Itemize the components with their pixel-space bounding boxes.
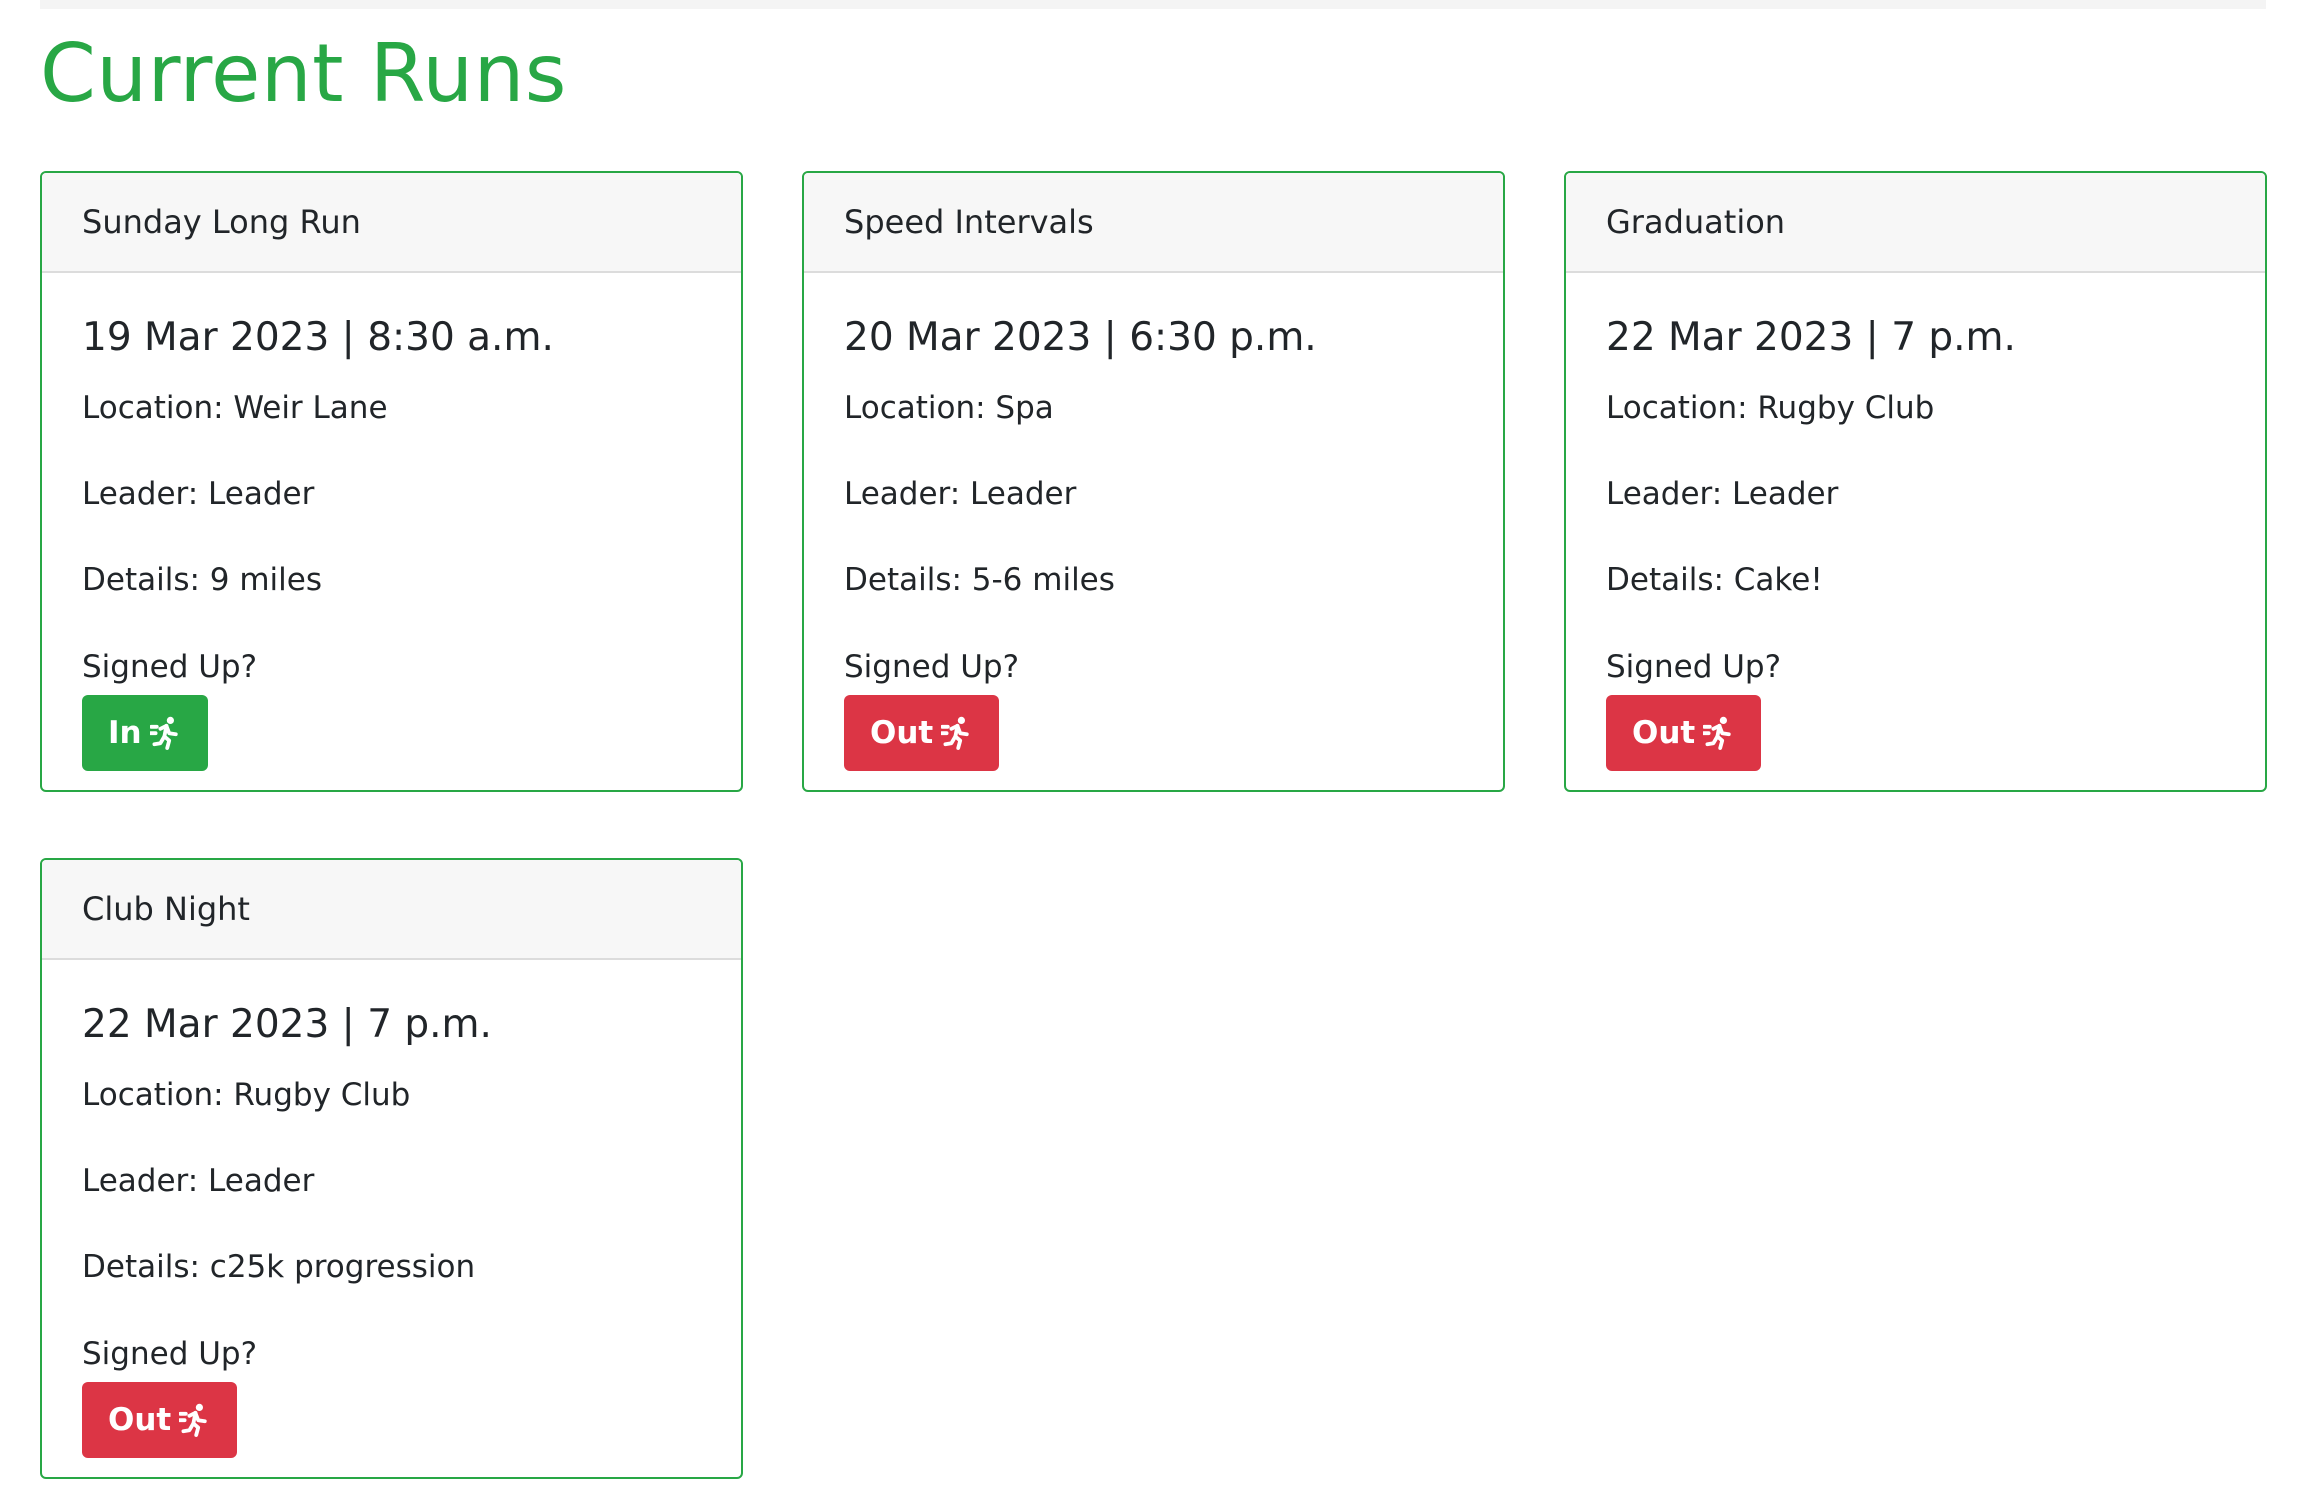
- run-leader: Leader: Leader: [844, 476, 1077, 513]
- running-icon: [149, 716, 178, 750]
- run-card: Club Night 22 Mar 2023 | 7 p.m. Location…: [40, 858, 743, 1479]
- run-card-header: Graduation: [1566, 173, 2265, 273]
- run-details: Details: Cake!: [1606, 562, 1823, 599]
- page-title: Current Runs: [40, 27, 567, 120]
- signup-status-label: In: [108, 714, 142, 751]
- run-datetime: 19 Mar 2023 | 8:30 a.m.: [82, 315, 554, 360]
- run-datetime: 22 Mar 2023 | 7 p.m.: [1606, 315, 2016, 360]
- run-location: Location: Rugby Club: [1606, 389, 1935, 426]
- running-icon: [179, 1403, 207, 1437]
- run-details: Details: 5-6 miles: [844, 562, 1115, 599]
- run-location: Location: Weir Lane: [82, 389, 388, 426]
- run-card: Graduation 22 Mar 2023 | 7 p.m. Location…: [1564, 171, 2267, 792]
- run-details: Details: 9 miles: [82, 562, 322, 599]
- run-location: Location: Spa: [844, 389, 1054, 426]
- run-cards: Sunday Long Run 19 Mar 2023 | 8:30 a.m. …: [40, 171, 2267, 1479]
- run-card-header: Club Night: [42, 860, 741, 960]
- run-datetime: 20 Mar 2023 | 6:30 p.m.: [844, 315, 1317, 360]
- run-leader: Leader: Leader: [1606, 476, 1839, 513]
- run-leader: Leader: Leader: [82, 476, 315, 513]
- run-card: Speed Intervals 20 Mar 2023 | 6:30 p.m. …: [802, 171, 1505, 792]
- signup-status-button[interactable]: Out: [1606, 694, 1762, 771]
- run-card-body: 22 Mar 2023 | 7 p.m. Location: Rugby Clu…: [1566, 273, 2265, 771]
- run-card: Sunday Long Run 19 Mar 2023 | 8:30 a.m. …: [40, 171, 743, 792]
- signed-up-label: Signed Up?: [1606, 648, 1782, 685]
- run-card-body: 20 Mar 2023 | 6:30 p.m. Location: Spa Le…: [804, 273, 1503, 771]
- running-icon: [941, 716, 969, 750]
- running-icon: [1703, 716, 1731, 750]
- signup-status-button[interactable]: Out: [844, 694, 1000, 771]
- run-details: Details: c25k progression: [82, 1249, 476, 1286]
- run-card-body: 19 Mar 2023 | 8:30 a.m. Location: Weir L…: [42, 273, 741, 771]
- signup-status-label: Out: [108, 1401, 172, 1438]
- top-strip: [40, 0, 2266, 9]
- run-location: Location: Rugby Club: [82, 1076, 411, 1113]
- run-card-header: Speed Intervals: [804, 173, 1503, 273]
- signup-status-label: Out: [870, 714, 934, 751]
- run-datetime: 22 Mar 2023 | 7 p.m.: [82, 1002, 492, 1047]
- signup-status-button[interactable]: In: [82, 694, 208, 771]
- run-leader: Leader: Leader: [82, 1163, 315, 1200]
- run-card-body: 22 Mar 2023 | 7 p.m. Location: Rugby Clu…: [42, 960, 741, 1458]
- signed-up-label: Signed Up?: [82, 648, 258, 685]
- signup-status-button[interactable]: Out: [82, 1381, 238, 1458]
- signed-up-label: Signed Up?: [844, 648, 1020, 685]
- run-card-header: Sunday Long Run: [42, 173, 741, 273]
- signed-up-label: Signed Up?: [82, 1335, 258, 1372]
- signup-status-label: Out: [1632, 714, 1696, 751]
